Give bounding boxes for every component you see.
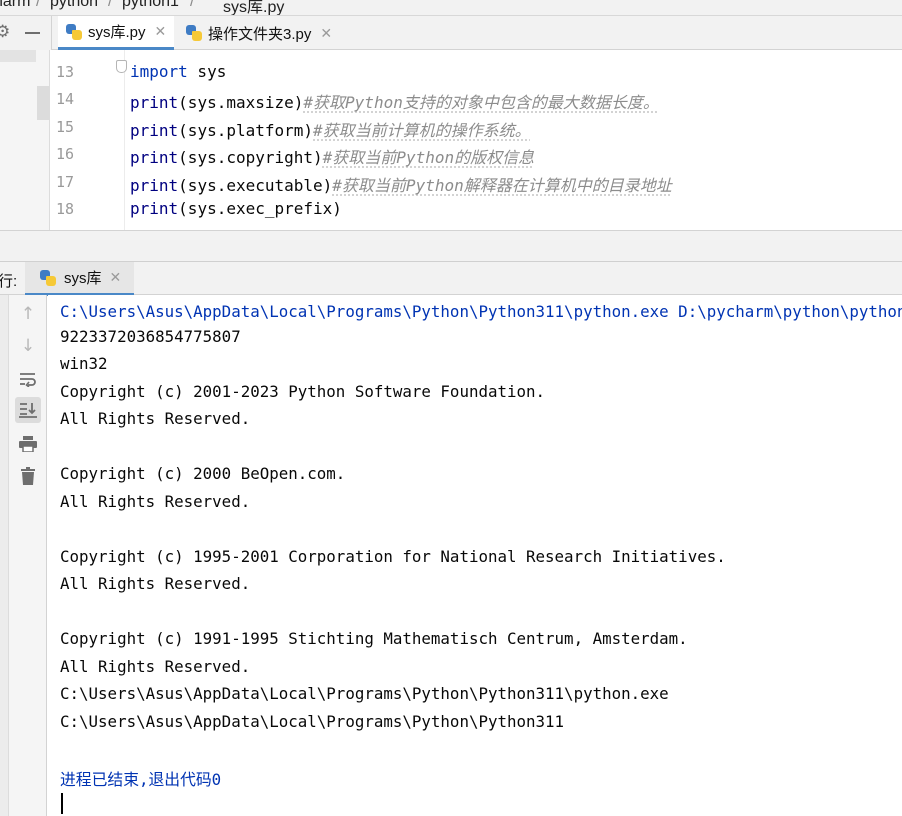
console-output-line: Copyright (c) 1991-1995 Stichting Mathem… <box>60 629 688 648</box>
code-line: print(sys.copyright)#获取当前Python的版权信息 <box>130 148 535 167</box>
console-command-line: C:\Users\Asus\AppData\Local\Programs\Pyt… <box>60 302 902 321</box>
run-tab-label: sys库 <box>64 270 102 287</box>
tab-folder-ops[interactable]: 操作文件夹3.py ✕ <box>178 16 348 50</box>
breadcrumb: harm / python / python1 / sys库.py <box>0 0 902 16</box>
line-number: 18 <box>56 200 75 218</box>
console-output-line: All Rights Reserved. <box>60 657 251 676</box>
run-console[interactable]: C:\Users\Asus\AppData\Local\Programs\Pyt… <box>48 295 902 816</box>
arrow-up-icon[interactable]: ↑ <box>15 301 41 327</box>
run-toolbar: ↑ ↓ <box>0 295 47 816</box>
scrollbar-thumb[interactable] <box>37 86 49 120</box>
tab-sys-lib[interactable]: sys库.py ✕ <box>58 16 174 50</box>
close-icon[interactable]: ✕ <box>155 23 167 40</box>
print-icon[interactable] <box>15 431 41 457</box>
tab-label: 操作文件夹3.py <box>208 25 312 43</box>
breadcrumb-item-project[interactable]: harm <box>0 0 30 11</box>
soft-wrap-icon[interactable] <box>15 366 41 392</box>
run-tool-window-header: 行: sys库 ✕ <box>0 261 902 296</box>
console-output-line: Copyright (c) 2001-2023 Python Software … <box>60 382 546 401</box>
console-output-line: win32 <box>60 354 108 373</box>
gear-icon[interactable]: ⚙ <box>0 22 10 42</box>
minimize-icon[interactable] <box>25 32 40 34</box>
panel-divider[interactable] <box>0 230 902 261</box>
code-line: import sys <box>130 62 227 81</box>
breadcrumb-item-python[interactable]: python <box>50 0 98 11</box>
console-output-line: C:\Users\Asus\AppData\Local\Programs\Pyt… <box>60 684 669 703</box>
editor-tab-bar: ⚙ sys库.py ✕ 操作文件夹3.py ✕ <box>0 16 902 50</box>
trash-icon[interactable] <box>15 463 41 489</box>
console-exit-message: 进程已结束,退出代码0 <box>60 770 222 789</box>
python-file-icon <box>186 25 202 41</box>
close-icon[interactable]: ✕ <box>110 269 122 286</box>
console-output-line: All Rights Reserved. <box>60 409 251 428</box>
code-editor[interactable]: 13 14 15 16 17 18 import sys print(sys.m… <box>0 50 902 261</box>
code-line: print(sys.executable)#获取当前Python解释器在计算机中… <box>130 176 672 195</box>
close-icon[interactable]: ✕ <box>320 25 332 42</box>
console-output-line: Copyright (c) 2000 BeOpen.com. <box>60 464 346 483</box>
line-number: 17 <box>56 173 75 191</box>
line-number: 14 <box>56 90 75 108</box>
arrow-down-icon[interactable]: ↓ <box>15 333 41 359</box>
breadcrumb-item-python1[interactable]: python1 <box>122 0 179 11</box>
console-output-line: 9223372036854775807 <box>60 327 241 346</box>
project-panel-header: ⚙ <box>0 16 52 50</box>
run-label: 行: <box>0 273 18 290</box>
code-line: print(sys.exec_prefix) <box>130 199 342 218</box>
breadcrumb-item-file[interactable]: sys库.py <box>223 0 284 15</box>
console-output-line: All Rights Reserved. <box>60 574 251 593</box>
scroll-to-end-icon[interactable] <box>15 397 41 423</box>
code-line: print(sys.maxsize)#获取Python支持的对象中包含的最大数据… <box>130 93 659 112</box>
code-line: print(sys.platform)#获取当前计算机的操作系统。 <box>130 121 531 140</box>
line-number: 13 <box>56 63 75 81</box>
python-file-icon <box>66 23 82 40</box>
text-cursor <box>61 793 63 814</box>
tab-label: sys库.py <box>88 24 146 41</box>
console-output-line: C:\Users\Asus\AppData\Local\Programs\Pyt… <box>60 712 565 731</box>
run-tab-sys-lib[interactable]: sys库 ✕ <box>25 262 134 296</box>
line-number: 15 <box>56 118 75 136</box>
console-output-line: All Rights Reserved. <box>60 492 251 511</box>
fold-marker-icon[interactable] <box>116 60 127 73</box>
python-icon <box>40 269 56 286</box>
line-number: 16 <box>56 145 75 163</box>
console-output-line: Copyright (c) 1995-2001 Corporation for … <box>60 547 726 566</box>
